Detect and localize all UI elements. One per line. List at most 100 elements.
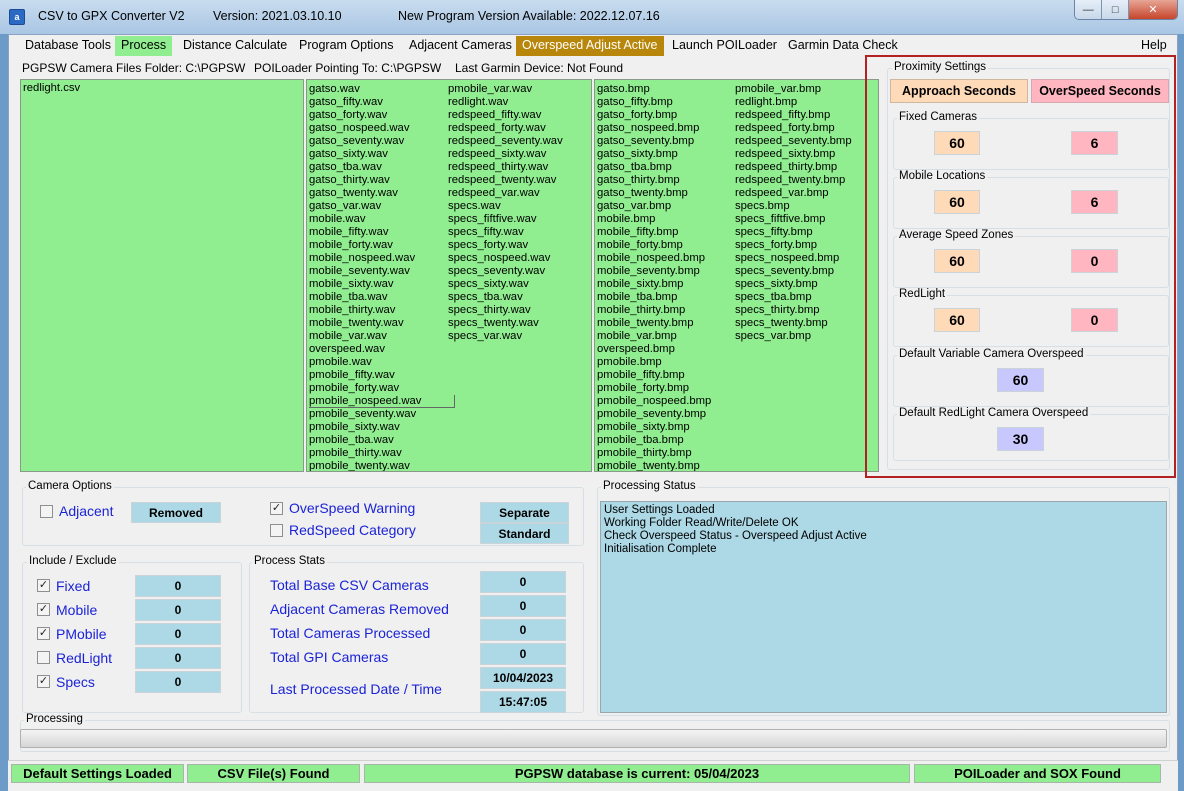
default-variable-input[interactable]: 60 (997, 368, 1044, 392)
wav-file-item[interactable]: specs_nospeed.wav (448, 252, 563, 265)
include-mobile-checkbox[interactable]: ✓ (37, 603, 50, 616)
bmp-file-item[interactable]: pmobile_sixty.bmp (597, 421, 711, 434)
mobile-overspeed-input[interactable]: 6 (1071, 190, 1118, 214)
wav-file-item[interactable]: pmobile_thirty.wav (309, 447, 421, 460)
wav-file-item[interactable]: pmobile.wav (309, 356, 421, 369)
bmp-file-item[interactable]: redspeed_forty.bmp (735, 122, 852, 135)
wav-file-item[interactable]: specs_tba.wav (448, 291, 563, 304)
bmp-file-item[interactable]: specs_nospeed.bmp (735, 252, 852, 265)
bmp-file-item[interactable]: specs.bmp (735, 200, 852, 213)
bmp-file-item[interactable]: mobile_forty.bmp (597, 239, 711, 252)
minimize-icon[interactable]: — (1075, 0, 1103, 19)
wav-file-item[interactable]: redspeed_fifty.wav (448, 109, 563, 122)
maximize-icon[interactable]: □ (1102, 0, 1129, 19)
include-pmobile-checkbox[interactable]: ✓ (37, 627, 50, 640)
wav-file-item[interactable]: gatso_fifty.wav (309, 96, 421, 109)
wav-file-item[interactable]: mobile_sixty.wav (309, 278, 421, 291)
wav-file-item[interactable]: redspeed_thirty.wav (448, 161, 563, 174)
bmp-file-item[interactable]: pmobile_var.bmp (735, 83, 852, 96)
bmp-file-item[interactable]: pmobile.bmp (597, 356, 711, 369)
wav-file-item[interactable]: pmobile_fifty.wav (309, 369, 421, 382)
bmp-file-item[interactable]: gatso.bmp (597, 83, 711, 96)
menu-garmin-data-check[interactable]: Garmin Data Check (782, 36, 904, 56)
bmp-file-item[interactable]: gatso_nospeed.bmp (597, 122, 711, 135)
bmp-file-item[interactable]: overspeed.bmp (597, 343, 711, 356)
bmp-file-item[interactable]: redspeed_sixty.bmp (735, 148, 852, 161)
wav-file-item[interactable]: pmobile_var.wav (448, 83, 563, 96)
wav-file-item[interactable]: specs_fiftfive.wav (448, 213, 563, 226)
bmp-file-item[interactable]: redspeed_thirty.bmp (735, 161, 852, 174)
bmp-file-item[interactable]: specs_fifty.bmp (735, 226, 852, 239)
menu-help[interactable]: Help (1135, 36, 1173, 56)
wav-file-item[interactable]: mobile_var.wav (309, 330, 421, 343)
wav-file-item[interactable]: redspeed_seventy.wav (448, 135, 563, 148)
overspeed-warning-checkbox[interactable]: ✓ (270, 502, 283, 515)
wav-file-item[interactable]: pmobile_forty.wav (309, 382, 421, 395)
wav-file-item[interactable]: redspeed_forty.wav (448, 122, 563, 135)
bmp-file-item[interactable]: mobile_sixty.bmp (597, 278, 711, 291)
menu-program-options[interactable]: Program Options (293, 36, 399, 56)
fixed-overspeed-input[interactable]: 6 (1071, 131, 1118, 155)
bmp-file-item[interactable]: specs_twenty.bmp (735, 317, 852, 330)
wav-file-item[interactable]: pmobile_twenty.wav (309, 460, 421, 471)
wav-file-item[interactable]: redspeed_sixty.wav (448, 148, 563, 161)
app-icon[interactable]: a (9, 9, 25, 25)
bmp-file-item[interactable]: mobile_fifty.bmp (597, 226, 711, 239)
bmp-file-item[interactable]: gatso_seventy.bmp (597, 135, 711, 148)
bmp-file-item[interactable]: redspeed_var.bmp (735, 187, 852, 200)
wav-file-item[interactable]: gatso_forty.wav (309, 109, 421, 122)
menu-adjacent-cameras[interactable]: Adjacent Cameras (403, 36, 518, 56)
bmp-file-item[interactable]: redspeed_fifty.bmp (735, 109, 852, 122)
bmp-file-item[interactable]: mobile_thirty.bmp (597, 304, 711, 317)
bmp-file-item[interactable]: specs_sixty.bmp (735, 278, 852, 291)
bmp-file-item[interactable]: gatso_thirty.bmp (597, 174, 711, 187)
adjacent-checkbox[interactable] (40, 505, 53, 518)
csv-file-item[interactable]: redlight.csv (23, 82, 80, 95)
wav-file-item[interactable]: gatso_sixty.wav (309, 148, 421, 161)
wav-file-item[interactable]: gatso.wav (309, 83, 421, 96)
wav-file-item[interactable]: mobile_forty.wav (309, 239, 421, 252)
wav-file-item[interactable]: specs_sixty.wav (448, 278, 563, 291)
bmp-file-item[interactable]: pmobile_thirty.bmp (597, 447, 711, 460)
bmp-file-item[interactable]: gatso_sixty.bmp (597, 148, 711, 161)
wav-file-item[interactable]: pmobile_sixty.wav (309, 421, 421, 434)
processing-status-log[interactable]: User Settings Loaded Working Folder Read/… (600, 501, 1167, 713)
bmp-file-item[interactable]: pmobile_tba.bmp (597, 434, 711, 447)
wav-file-item[interactable]: specs_seventy.wav (448, 265, 563, 278)
bmp-file-item[interactable]: specs_tba.bmp (735, 291, 852, 304)
wav-file-item[interactable]: specs_thirty.wav (448, 304, 563, 317)
bmp-file-item[interactable]: pmobile_nospeed.bmp (597, 395, 711, 408)
wav-file-item[interactable]: mobile.wav (309, 213, 421, 226)
wav-file-item[interactable]: redlight.wav (448, 96, 563, 109)
redspeed-category-checkbox[interactable] (270, 524, 283, 537)
bmp-file-item[interactable]: pmobile_forty.bmp (597, 382, 711, 395)
wav-file-item[interactable]: specs_twenty.wav (448, 317, 563, 330)
wav-file-item[interactable]: gatso_nospeed.wav (309, 122, 421, 135)
bmp-file-item[interactable]: gatso_forty.bmp (597, 109, 711, 122)
include-redlight-checkbox[interactable] (37, 651, 50, 664)
bmp-file-item[interactable]: specs_thirty.bmp (735, 304, 852, 317)
bmp-file-item[interactable]: specs_forty.bmp (735, 239, 852, 252)
bmp-file-item[interactable]: mobile_seventy.bmp (597, 265, 711, 278)
wav-file-item[interactable]: pmobile_tba.wav (309, 434, 421, 447)
wav-file-item[interactable]: specs_forty.wav (448, 239, 563, 252)
bmp-file-item[interactable]: mobile_var.bmp (597, 330, 711, 343)
bmp-file-item[interactable]: pmobile_twenty.bmp (597, 460, 711, 471)
menu-launch-poiloader[interactable]: Launch POILoader (666, 36, 783, 56)
include-fixed-checkbox[interactable]: ✓ (37, 579, 50, 592)
menu-process[interactable]: Process (115, 36, 173, 56)
wav-file-item[interactable]: gatso_twenty.wav (309, 187, 421, 200)
wav-file-item[interactable]: specs.wav (448, 200, 563, 213)
bmp-file-item[interactable]: specs_fiftfive.bmp (735, 213, 852, 226)
bmp-file-item[interactable]: mobile_tba.bmp (597, 291, 711, 304)
bmp-file-item[interactable]: gatso_tba.bmp (597, 161, 711, 174)
bmp-file-item[interactable]: mobile.bmp (597, 213, 711, 226)
wav-file-item[interactable]: mobile_twenty.wav (309, 317, 421, 330)
wav-file-item[interactable]: mobile_tba.wav (309, 291, 421, 304)
wav-file-item[interactable]: gatso_seventy.wav (309, 135, 421, 148)
wav-file-list[interactable]: gatso.wav gatso_fifty.wav gatso_forty.wav g… (306, 79, 592, 472)
redlight-approach-input[interactable]: 60 (934, 308, 980, 332)
menu-distance-calculate[interactable]: Distance Calculate (177, 36, 293, 56)
average-overspeed-input[interactable]: 0 (1071, 249, 1118, 273)
bmp-file-item[interactable]: redspeed_seventy.bmp (735, 135, 852, 148)
